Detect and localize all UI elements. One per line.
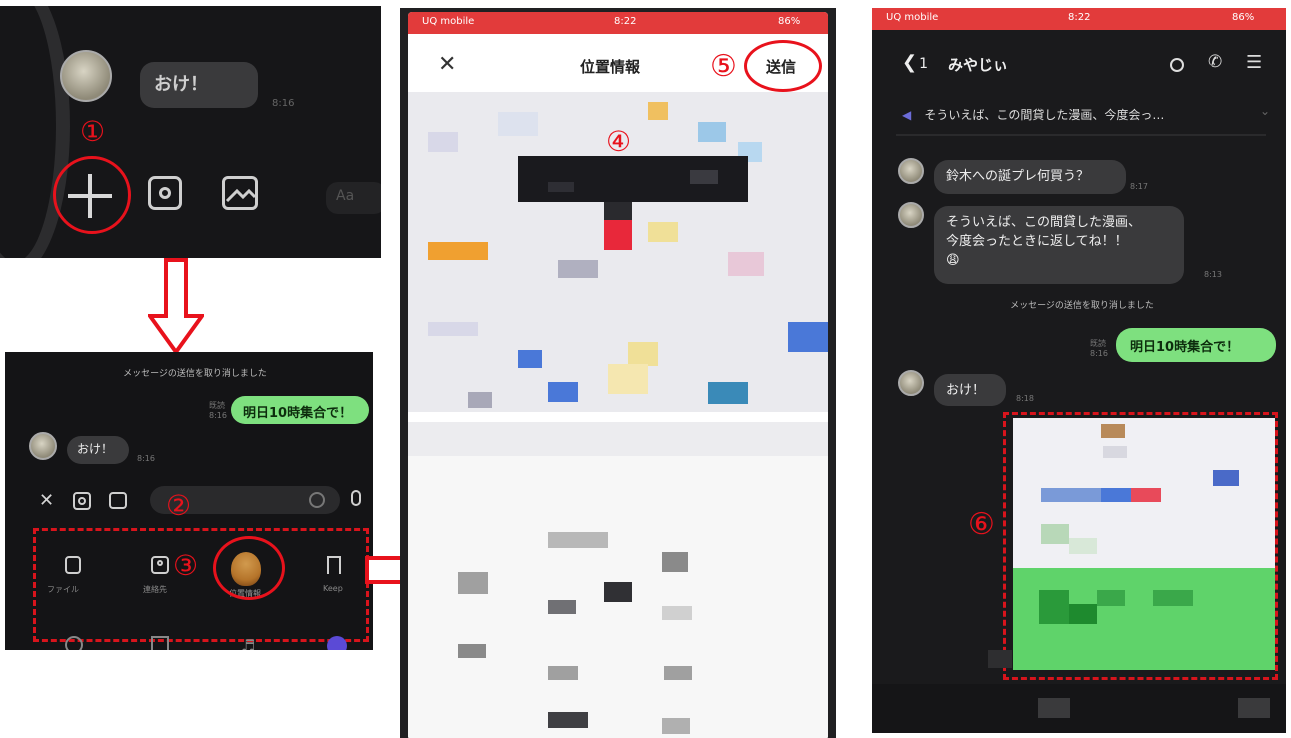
highlight-dashed-box	[1003, 412, 1278, 680]
highlight-circle	[744, 40, 822, 92]
phone-screen: UQ mobile 8:22 86% ✕ 位置情報 送信 ⑤ ④	[408, 12, 828, 738]
battery: 86%	[778, 16, 801, 27]
status-bar: UQ mobile 8:22 86%	[408, 12, 828, 34]
marker-4: ④	[606, 125, 632, 158]
system-notice: メッセージの送信を取り消しました	[123, 369, 267, 379]
emoji-icon[interactable]	[309, 492, 325, 508]
timestamp: 既読 8:16	[1090, 339, 1108, 358]
sent-bubble: 明日10時集合で！	[1116, 328, 1276, 362]
input-bar	[872, 684, 1286, 733]
battery: 86%	[1232, 12, 1255, 23]
message-line: そういえば、この間貸した漫画、	[946, 215, 1142, 230]
clock: 8:22	[1068, 12, 1091, 23]
avatar	[60, 50, 112, 102]
place-list	[408, 422, 828, 738]
image-icon[interactable]	[109, 492, 127, 509]
image-icon[interactable]	[222, 176, 258, 210]
status-bar: UQ mobile 8:22 86%	[872, 8, 1286, 30]
carrier: UQ mobile	[422, 16, 475, 27]
gift-icon	[151, 636, 169, 650]
back-button[interactable]: ❮ 1	[902, 52, 928, 73]
message-bubble: おけ！	[140, 62, 258, 108]
menu-icon[interactable]: ☰	[1246, 52, 1262, 73]
marker-5: ⑤	[710, 49, 737, 84]
text-input-hint[interactable]: Aa	[326, 182, 381, 214]
menu-icon-partial	[65, 636, 83, 650]
announcement-text: そういえば、この間貸した漫画、今度会っ…	[924, 108, 1165, 122]
menu-icon-partial	[327, 636, 347, 650]
marker-6: ⑥	[968, 507, 995, 542]
timestamp: 8:17	[1130, 182, 1148, 191]
message-bubble: おけ！	[934, 374, 1006, 406]
chat-name: みやじぃ	[948, 56, 1009, 74]
unread-count: 1	[919, 56, 929, 72]
timestamp: 8:16	[272, 98, 295, 109]
location-pin	[604, 202, 632, 220]
message-line: 今度会ったときに返してね！！	[946, 233, 1128, 249]
panel-location-map: UQ mobile 8:22 86% ✕ 位置情報 送信 ⑤ ④	[400, 8, 836, 738]
sent-bubble: 明日10時集合で！	[231, 396, 369, 424]
message-text: おけ！	[154, 74, 208, 95]
marker-2: ②	[166, 489, 192, 522]
location-label	[518, 156, 748, 202]
marker-1: ①	[80, 115, 106, 148]
received-bubble: おけ！	[67, 436, 129, 464]
clock: 8:22	[614, 16, 637, 27]
panel-menu: メッセージの送信を取り消しました 既読 8:16 明日10時集合で！ おけ！ 8:…	[5, 352, 373, 650]
message-bubble: そういえば、この間貸した漫画、 今度会ったときに返してね！！ 😩	[934, 206, 1184, 284]
announcement-bar[interactable]: ◀ そういえば、この間貸した漫画、今度会っ… ⌄	[902, 104, 1272, 128]
panel-plus-button: おけ！ 8:16 ① Aa	[0, 6, 381, 258]
carrier: UQ mobile	[886, 12, 939, 23]
avatar	[29, 432, 57, 460]
divider	[896, 134, 1266, 136]
highlight-circle	[53, 156, 131, 234]
emoji: 😩	[946, 252, 960, 268]
close-icon[interactable]: ✕	[438, 52, 456, 77]
search-icon[interactable]	[1170, 58, 1184, 72]
chevron-down-icon[interactable]: ⌄	[1260, 104, 1270, 118]
close-icon[interactable]: ✕	[39, 490, 54, 511]
map-view[interactable]: ④	[408, 92, 828, 412]
avatar	[898, 202, 924, 228]
timestamp: 8:13	[1204, 270, 1222, 279]
avatar	[898, 158, 924, 184]
camera-icon[interactable]	[148, 176, 182, 210]
phone-icon[interactable]: ✆	[1208, 52, 1222, 72]
location-pin-dot	[604, 220, 632, 250]
megaphone-icon: ◀	[902, 108, 912, 122]
message-bubble: 鈴木への誕プレ何買う？	[934, 160, 1126, 194]
mic-icon[interactable]	[351, 490, 361, 506]
timestamp: 8:18	[1016, 394, 1034, 403]
music-icon: ♬	[241, 636, 256, 650]
system-notice: メッセージの送信を取り消しました	[1010, 301, 1154, 311]
camera-icon[interactable]	[73, 492, 91, 510]
timestamp-redacted	[988, 650, 1012, 668]
panel-chat-result: UQ mobile 8:22 86% ❮ 1 みやじぃ ✆ ☰ ◀ そういえば、こ…	[872, 8, 1286, 733]
page-title: 位置情報	[580, 58, 641, 76]
phone-edge	[0, 6, 70, 258]
arrow-down	[148, 258, 204, 354]
avatar	[898, 370, 924, 396]
timestamp: 8:16	[137, 454, 155, 463]
highlight-dashed-box	[33, 528, 369, 642]
timestamp: 既読 8:16	[209, 401, 227, 420]
